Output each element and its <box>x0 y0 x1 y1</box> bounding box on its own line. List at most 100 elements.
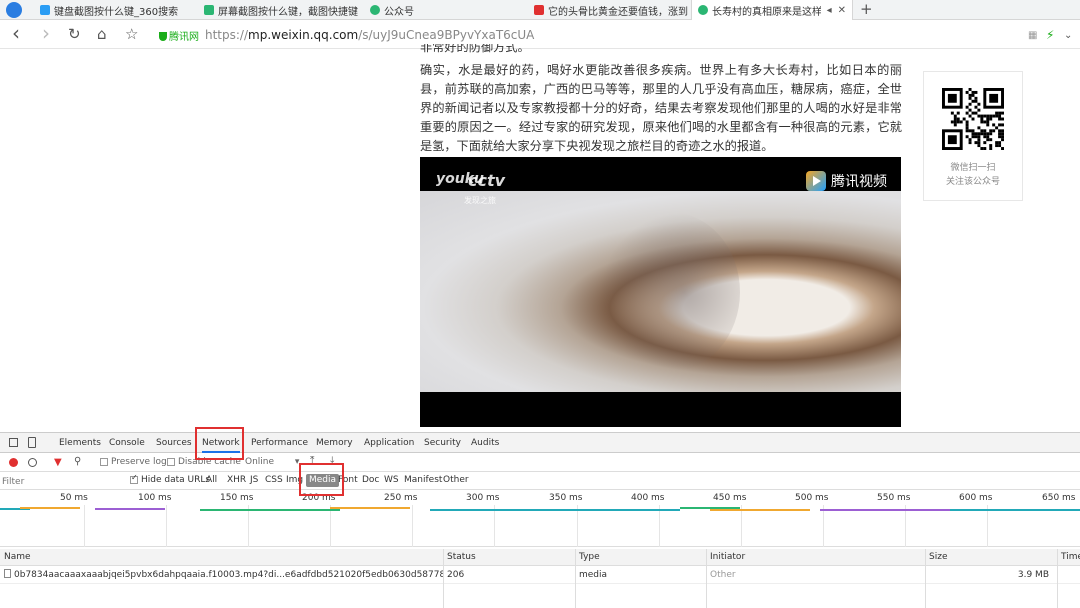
speaker-icon[interactable]: ◂ <box>827 5 832 16</box>
close-tab-icon[interactable]: ✕ <box>838 5 846 16</box>
filter-xhr[interactable]: XHR <box>227 475 246 485</box>
column-divider[interactable] <box>575 549 576 608</box>
timeline-tick: 300 ms <box>466 493 500 503</box>
chevron-down-icon[interactable]: ⌄ <box>1064 27 1072 45</box>
timeline-tick: 550 ms <box>877 493 911 503</box>
search-favicon-icon <box>40 5 50 15</box>
qr-caption-line2: 关注该公众号 <box>945 177 1000 187</box>
bookmark-favicon-icon <box>204 5 214 15</box>
timeline-tick: 500 ms <box>795 493 829 503</box>
devtools-tab-sources[interactable]: Sources <box>156 433 192 453</box>
cloud-favicon-icon <box>370 5 380 15</box>
browser-tab[interactable]: 它的头骨比黄金还要值钱，涨到 <box>528 0 690 20</box>
column-divider[interactable] <box>1057 549 1058 608</box>
timeline-gridline <box>823 505 824 547</box>
lightning-icon[interactable]: ⚡ <box>1046 26 1054 44</box>
video-player[interactable]: youku cctv 发现之旅 腾讯视频 <box>420 157 901 427</box>
new-tab-icon[interactable]: + <box>860 0 873 18</box>
timeline-tick: 350 ms <box>549 493 583 503</box>
timeline-gridline <box>577 505 578 547</box>
inspect-element-icon[interactable] <box>9 438 18 447</box>
timeline-gridline <box>987 505 988 547</box>
url-host: mp.weixin.qq.com <box>248 28 359 42</box>
devtools-tab-application[interactable]: Application <box>364 433 414 453</box>
article-body: 非常好的防御方式。 确实，水是最好的药，喝好水更能改善很多疾病。世界上有多大长寿… <box>420 44 902 156</box>
clear-icon[interactable] <box>28 458 37 467</box>
network-overview-timeline[interactable]: 50 ms 100 ms 150 ms 200 ms 250 ms 300 ms… <box>0 491 1080 547</box>
file-icon <box>4 569 11 578</box>
timeline-bar <box>20 507 80 509</box>
timeline-tick: 450 ms <box>713 493 747 503</box>
column-divider[interactable] <box>706 549 707 608</box>
filter-css[interactable]: CSS <box>265 475 283 485</box>
devtools-panel: Elements Console Sources Network Perform… <box>0 432 1080 608</box>
request-initiator: Other <box>710 570 736 580</box>
tencent-video-logo: 腾讯视频 <box>806 171 887 191</box>
devtools-tab-memory[interactable]: Memory <box>316 433 353 453</box>
reload-icon[interactable]: ↻ <box>68 25 81 43</box>
column-header-initiator[interactable]: Initiator <box>706 549 925 565</box>
tab-label: 它的头骨比黄金还要值钱，涨到 <box>548 6 688 18</box>
url-path: /s/uyJ9uCnea9BPyvYxaT6cUA <box>358 28 535 42</box>
browser-tab[interactable]: 屏幕截图按什么键，截图快捷键 <box>198 0 363 20</box>
timeline-bar <box>820 509 970 511</box>
media-filter-highlight <box>299 463 344 496</box>
grid-icon[interactable]: ▦ <box>1028 27 1037 45</box>
search-icon[interactable]: ⚲ <box>74 456 81 467</box>
address-bar[interactable]: 腾讯网 https:// mp.weixin.qq.com /s/uyJ9uCn… <box>158 24 1028 46</box>
record-icon[interactable] <box>9 458 18 467</box>
timeline-bar <box>330 507 410 509</box>
column-header-size[interactable]: Size <box>925 549 1057 565</box>
devtools-tab-elements[interactable]: Elements <box>59 433 101 453</box>
home-icon[interactable]: ⌂ <box>97 25 107 43</box>
timeline-gridline <box>412 505 413 547</box>
filter-input[interactable] <box>2 475 120 488</box>
device-toolbar-icon[interactable] <box>28 437 36 448</box>
column-header-name[interactable]: Name <box>0 549 443 565</box>
devtools-tab-bar: Elements Console Sources Network Perform… <box>0 433 1080 453</box>
browser-tab-active[interactable]: 长寿村的真相原来是这样呀！ ◂ ✕ <box>691 0 853 20</box>
column-divider[interactable] <box>443 549 444 608</box>
column-header-time[interactable]: Time <box>1057 549 1080 565</box>
secure-label-text: 腾讯网 <box>169 31 199 43</box>
column-header-type[interactable]: Type <box>575 549 706 565</box>
hide-data-urls-checkbox[interactable]: Hide data URLs <box>130 473 210 485</box>
devtools-tab-performance[interactable]: Performance <box>251 433 308 453</box>
back-icon[interactable]: ‹ <box>12 23 20 43</box>
timeline-gridline <box>248 505 249 547</box>
preserve-log-checkbox[interactable]: Preserve log <box>100 457 167 467</box>
filter-ws[interactable]: WS <box>384 475 399 485</box>
devtools-tab-security[interactable]: Security <box>424 433 461 453</box>
timeline-gridline <box>84 505 85 547</box>
qr-caption-line1: 微信扫一扫 <box>950 163 996 173</box>
forward-icon[interactable]: › <box>42 23 50 43</box>
timeline-bar <box>430 509 680 511</box>
bookmark-star-icon[interactable]: ☆ <box>125 25 138 43</box>
devtools-tab-audits[interactable]: Audits <box>471 433 499 453</box>
network-tab-highlight <box>195 427 244 460</box>
table-row[interactable]: 0b7834aacaaaxaaabjqei5pvbx6dahpqaaia.f10… <box>0 567 1080 584</box>
checkbox-icon <box>167 457 175 466</box>
video-frame-shadow <box>600 212 740 372</box>
filter-all[interactable]: All <box>206 475 217 485</box>
checked-checkbox-icon <box>130 473 138 484</box>
throttle-select[interactable]: Online ▾ <box>245 457 299 467</box>
devtools-tab-console[interactable]: Console <box>109 433 145 453</box>
timeline-gridline <box>494 505 495 547</box>
timeline-tick: 250 ms <box>384 493 418 503</box>
filter-manifest[interactable]: Manifest <box>404 475 442 485</box>
column-divider[interactable] <box>925 549 926 608</box>
filter-doc[interactable]: Doc <box>362 475 379 485</box>
timeline-tick: 400 ms <box>631 493 665 503</box>
column-header-status[interactable]: Status <box>443 549 575 565</box>
filter-funnel-icon[interactable]: ▼ <box>54 457 62 468</box>
timeline-tick: 650 ms <box>1042 493 1076 503</box>
browser-logo-icon[interactable] <box>6 2 22 18</box>
browser-tab[interactable]: 键盘截图按什么键_360搜索 <box>34 0 204 20</box>
filter-js[interactable]: JS <box>250 475 258 485</box>
browser-tab[interactable]: 公众号 <box>364 0 529 20</box>
filter-other[interactable]: Other <box>443 475 469 485</box>
url-scheme: https:// <box>205 28 249 42</box>
timeline-tick: 150 ms <box>220 493 254 503</box>
timeline-gridline <box>166 505 167 547</box>
